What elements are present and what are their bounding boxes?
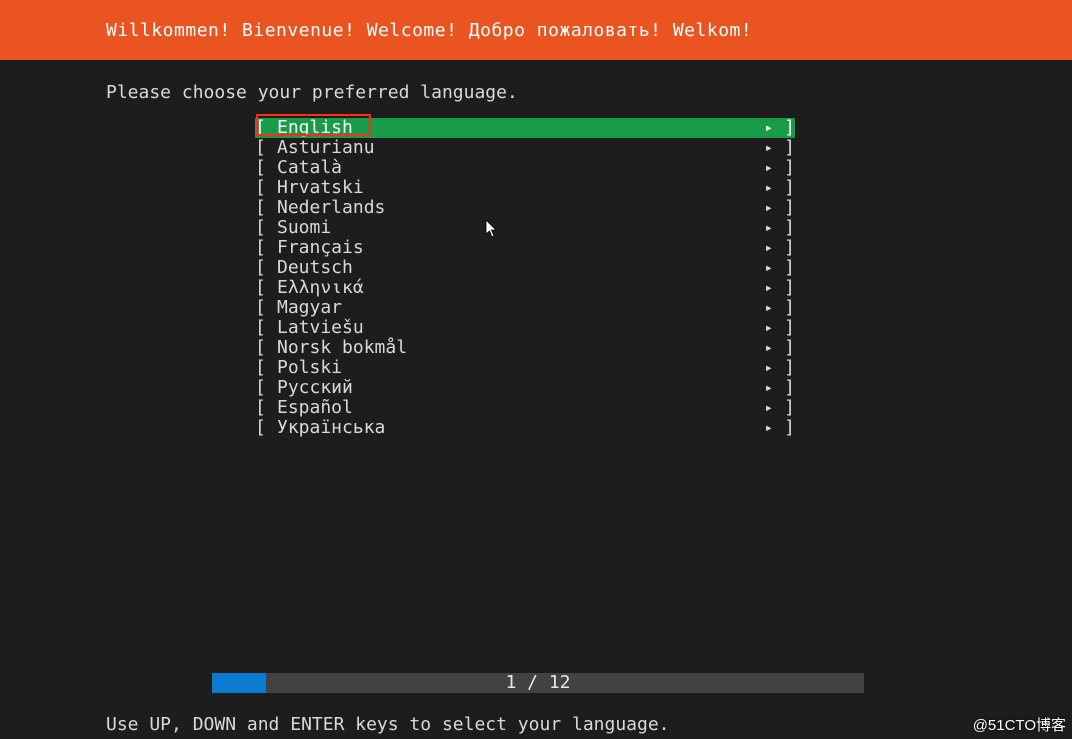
language-option[interactable]: [ Nederlands ▸] [255, 198, 795, 218]
bracket-right: ] [784, 358, 795, 378]
bracket-left: [ [255, 118, 266, 138]
submenu-arrow-icon: ▸ [765, 278, 773, 298]
bracket-left: [ [255, 298, 266, 318]
bracket-right: ] [784, 338, 795, 358]
submenu-arrow-icon: ▸ [765, 158, 773, 178]
language-option[interactable]: [ Ελληνικά ▸] [255, 278, 795, 298]
bracket-left: [ [255, 358, 266, 378]
language-name: Magyar [277, 298, 342, 318]
bracket-left: [ [255, 158, 266, 178]
watermark: @51CTO博客 [973, 714, 1066, 735]
language-option[interactable]: [ Magyar ▸] [255, 298, 795, 318]
bracket-right: ] [784, 218, 795, 238]
bracket-right: ] [784, 138, 795, 158]
language-option[interactable]: [ Suomi ▸] [255, 218, 795, 238]
bracket-right: ] [784, 198, 795, 218]
language-option[interactable]: [ Català ▸] [255, 158, 795, 178]
bracket-right: ] [784, 238, 795, 258]
bracket-left: [ [255, 258, 266, 278]
language-name: Nederlands [277, 198, 385, 218]
submenu-arrow-icon: ▸ [765, 198, 773, 218]
language-name: Deutsch [277, 258, 353, 278]
language-option[interactable]: [ Español ▸] [255, 398, 795, 418]
language-list[interactable]: [ English ▸] [ Asturianu ▸] [ Català ▸] [ Hrvatski… [255, 118, 795, 438]
prompt-text: Please choose your preferred language. [106, 82, 518, 103]
language-name: Suomi [277, 218, 331, 238]
submenu-arrow-icon: ▸ [765, 238, 773, 258]
language-name: Ελληνικά [277, 278, 364, 298]
footer-hint: Use UP, DOWN and ENTER keys to select yo… [106, 714, 670, 735]
bracket-left: [ [255, 278, 266, 298]
bracket-right: ] [784, 418, 795, 438]
progress-bar: 1 / 12 [212, 673, 864, 693]
submenu-arrow-icon: ▸ [765, 258, 773, 278]
language-option[interactable]: [ Hrvatski ▸] [255, 178, 795, 198]
bracket-left: [ [255, 338, 266, 358]
bracket-right: ] [784, 298, 795, 318]
progress-label: 1 / 12 [212, 673, 864, 693]
language-option[interactable]: [ Français ▸] [255, 238, 795, 258]
bracket-left: [ [255, 198, 266, 218]
bracket-right: ] [784, 118, 795, 138]
bracket-right: ] [784, 278, 795, 298]
bracket-right: ] [784, 378, 795, 398]
bracket-left: [ [255, 218, 266, 238]
language-name: Latviešu [277, 318, 364, 338]
language-option[interactable]: [ Norsk bokmål ▸] [255, 338, 795, 358]
submenu-arrow-icon: ▸ [765, 398, 773, 418]
header-title: Willkommen! Bienvenue! Welcome! Добро по… [106, 20, 752, 41]
language-option[interactable]: [ Українська ▸] [255, 418, 795, 438]
header-bar: Willkommen! Bienvenue! Welcome! Добро по… [0, 0, 1072, 60]
language-name: Русский [277, 378, 353, 398]
bracket-left: [ [255, 138, 266, 158]
submenu-arrow-icon: ▸ [765, 178, 773, 198]
bracket-left: [ [255, 398, 266, 418]
bracket-right: ] [784, 318, 795, 338]
submenu-arrow-icon: ▸ [765, 358, 773, 378]
bracket-left: [ [255, 378, 266, 398]
submenu-arrow-icon: ▸ [765, 318, 773, 338]
language-name: Hrvatski [277, 178, 364, 198]
language-option[interactable]: [ English ▸] [255, 118, 795, 138]
submenu-arrow-icon: ▸ [765, 338, 773, 358]
submenu-arrow-icon: ▸ [765, 378, 773, 398]
language-name: Norsk bokmål [277, 338, 407, 358]
submenu-arrow-icon: ▸ [765, 118, 773, 138]
language-name: Українська [277, 418, 385, 438]
bracket-left: [ [255, 178, 266, 198]
bracket-left: [ [255, 418, 266, 438]
language-option[interactable]: [ Asturianu ▸] [255, 138, 795, 158]
submenu-arrow-icon: ▸ [765, 298, 773, 318]
bracket-left: [ [255, 318, 266, 338]
bracket-right: ] [784, 398, 795, 418]
language-option[interactable]: [ Polski ▸] [255, 358, 795, 378]
submenu-arrow-icon: ▸ [765, 138, 773, 158]
language-name: Français [277, 238, 364, 258]
bracket-right: ] [784, 178, 795, 198]
bracket-left: [ [255, 238, 266, 258]
language-option[interactable]: [ Latviešu ▸] [255, 318, 795, 338]
submenu-arrow-icon: ▸ [765, 418, 773, 438]
bracket-right: ] [784, 258, 795, 278]
bracket-right: ] [784, 158, 795, 178]
language-name: Español [277, 398, 353, 418]
language-option[interactable]: [ Русский ▸] [255, 378, 795, 398]
submenu-arrow-icon: ▸ [765, 218, 773, 238]
language-name: Asturianu [277, 138, 375, 158]
installer-screen: Willkommen! Bienvenue! Welcome! Добро по… [0, 0, 1072, 739]
language-option[interactable]: [ Deutsch ▸] [255, 258, 795, 278]
language-name: English [277, 118, 353, 138]
language-name: Català [277, 158, 342, 178]
language-name: Polski [277, 358, 342, 378]
